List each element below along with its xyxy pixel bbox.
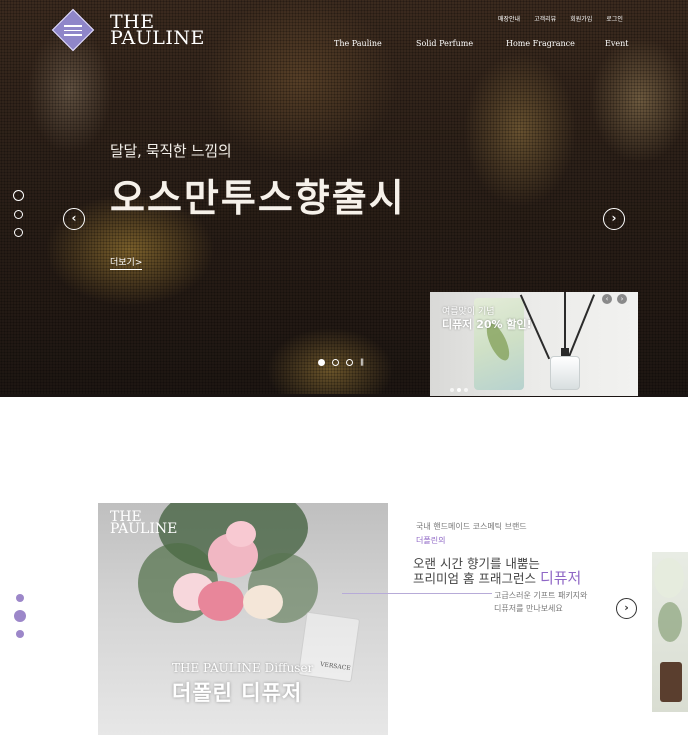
hero-pager-dot[interactable]: [13, 190, 24, 201]
hero-more-link[interactable]: 더보기>: [110, 255, 143, 270]
foliage-image: [658, 602, 682, 642]
promo-pager-dot[interactable]: [464, 388, 468, 392]
nav-the-pauline[interactable]: The Pauline: [334, 39, 382, 48]
hero-pager-dot[interactable]: [14, 210, 23, 219]
hero-slide-dot[interactable]: [332, 358, 339, 366]
hero-next-button[interactable]: ›: [603, 208, 625, 230]
product-card[interactable]: VERSACE THE PAULINE THE PAULINE Diffuser…: [98, 503, 388, 735]
section-pager-dot[interactable]: [16, 594, 24, 602]
main-nav: The Pauline Solid Perfume Home Fragrance…: [334, 39, 634, 51]
promo-prev-icon[interactable]: ‹: [602, 294, 612, 304]
intro-brand-line: 국내 핸드메이드 코스메틱 브랜드: [416, 522, 527, 531]
hero-pager-dot[interactable]: [14, 228, 23, 237]
flower-image: [243, 585, 283, 619]
diffuser-bottle-image: [550, 356, 580, 390]
hero-slide-dot[interactable]: [318, 358, 325, 366]
flower-image: [226, 521, 256, 547]
intro-desc-2: 디퓨저를 만나보세요: [494, 604, 563, 613]
nav-home-fragrance[interactable]: Home Fragrance: [506, 39, 575, 48]
promo-pager-dot[interactable]: [450, 388, 454, 392]
promo-pager: [450, 388, 468, 392]
promo-pager-dot[interactable]: [457, 388, 461, 392]
promo-card[interactable]: 여름맞이 기념 디퓨저 20% 할인! ‹ ›: [430, 292, 638, 396]
promo-next-icon[interactable]: ›: [617, 294, 627, 304]
hero-horizontal-pager: ||: [318, 358, 364, 366]
util-store-info[interactable]: 매장안내: [498, 14, 520, 23]
utility-nav: 매장안내 고객리뷰 회원가입 로그인: [498, 14, 623, 23]
hero-subtitle: 달달, 묵직한 느낌의: [110, 142, 232, 160]
section-pager-dot[interactable]: [14, 610, 26, 622]
product-jar-image: [660, 662, 682, 702]
product-name-en: THE PAULINE Diffuser: [172, 661, 314, 675]
hero-title: 오스만투스향출시: [110, 176, 406, 220]
hero-prev-button[interactable]: ‹: [63, 208, 85, 230]
product-logo-line2: PAULINE: [110, 521, 178, 537]
nav-event[interactable]: Event: [605, 39, 628, 48]
flower-image: [654, 558, 684, 598]
intro-desc-1: 고급스러운 기프트 패키지와: [494, 591, 588, 600]
promo-line2: 디퓨저 20% 할인!: [442, 318, 532, 331]
intro-headline-2: 프리미엄 홈 프래그런스 디퓨저: [413, 567, 581, 588]
brand-logo[interactable]: THE PAULINE: [110, 13, 205, 49]
intro-brand-name: 더폴린의: [416, 536, 446, 545]
chevron-left-icon: ‹: [71, 211, 77, 225]
intro-divider-line: [342, 593, 492, 594]
menu-icon[interactable]: [64, 22, 82, 38]
pause-icon[interactable]: ||: [360, 358, 364, 366]
util-reviews[interactable]: 고객리뷰: [534, 14, 556, 23]
section-pager: [14, 594, 26, 646]
hero-vertical-pager: [13, 190, 24, 246]
chevron-right-icon: ›: [624, 601, 629, 614]
flower-image: [198, 581, 244, 621]
reed-stick: [566, 294, 595, 360]
section-next-button[interactable]: ›: [616, 598, 637, 619]
section-pager-dot[interactable]: [16, 630, 24, 638]
util-signup[interactable]: 회원가입: [570, 14, 592, 23]
hero-slide-dot[interactable]: [346, 358, 353, 366]
next-product-card[interactable]: [652, 552, 688, 712]
intro-headline-2-text: 프리미엄 홈 프래그런스: [413, 571, 536, 586]
brand-logo-line2: PAULINE: [110, 27, 205, 49]
chevron-right-icon: ›: [611, 211, 617, 225]
nav-solid-perfume[interactable]: Solid Perfume: [416, 39, 473, 48]
product-name-kr: 더폴린 디퓨저: [172, 681, 303, 705]
util-login[interactable]: 로그인: [606, 14, 623, 23]
product-logo: THE PAULINE: [110, 510, 178, 537]
intro-headline-accent: 디퓨저: [539, 569, 582, 587]
